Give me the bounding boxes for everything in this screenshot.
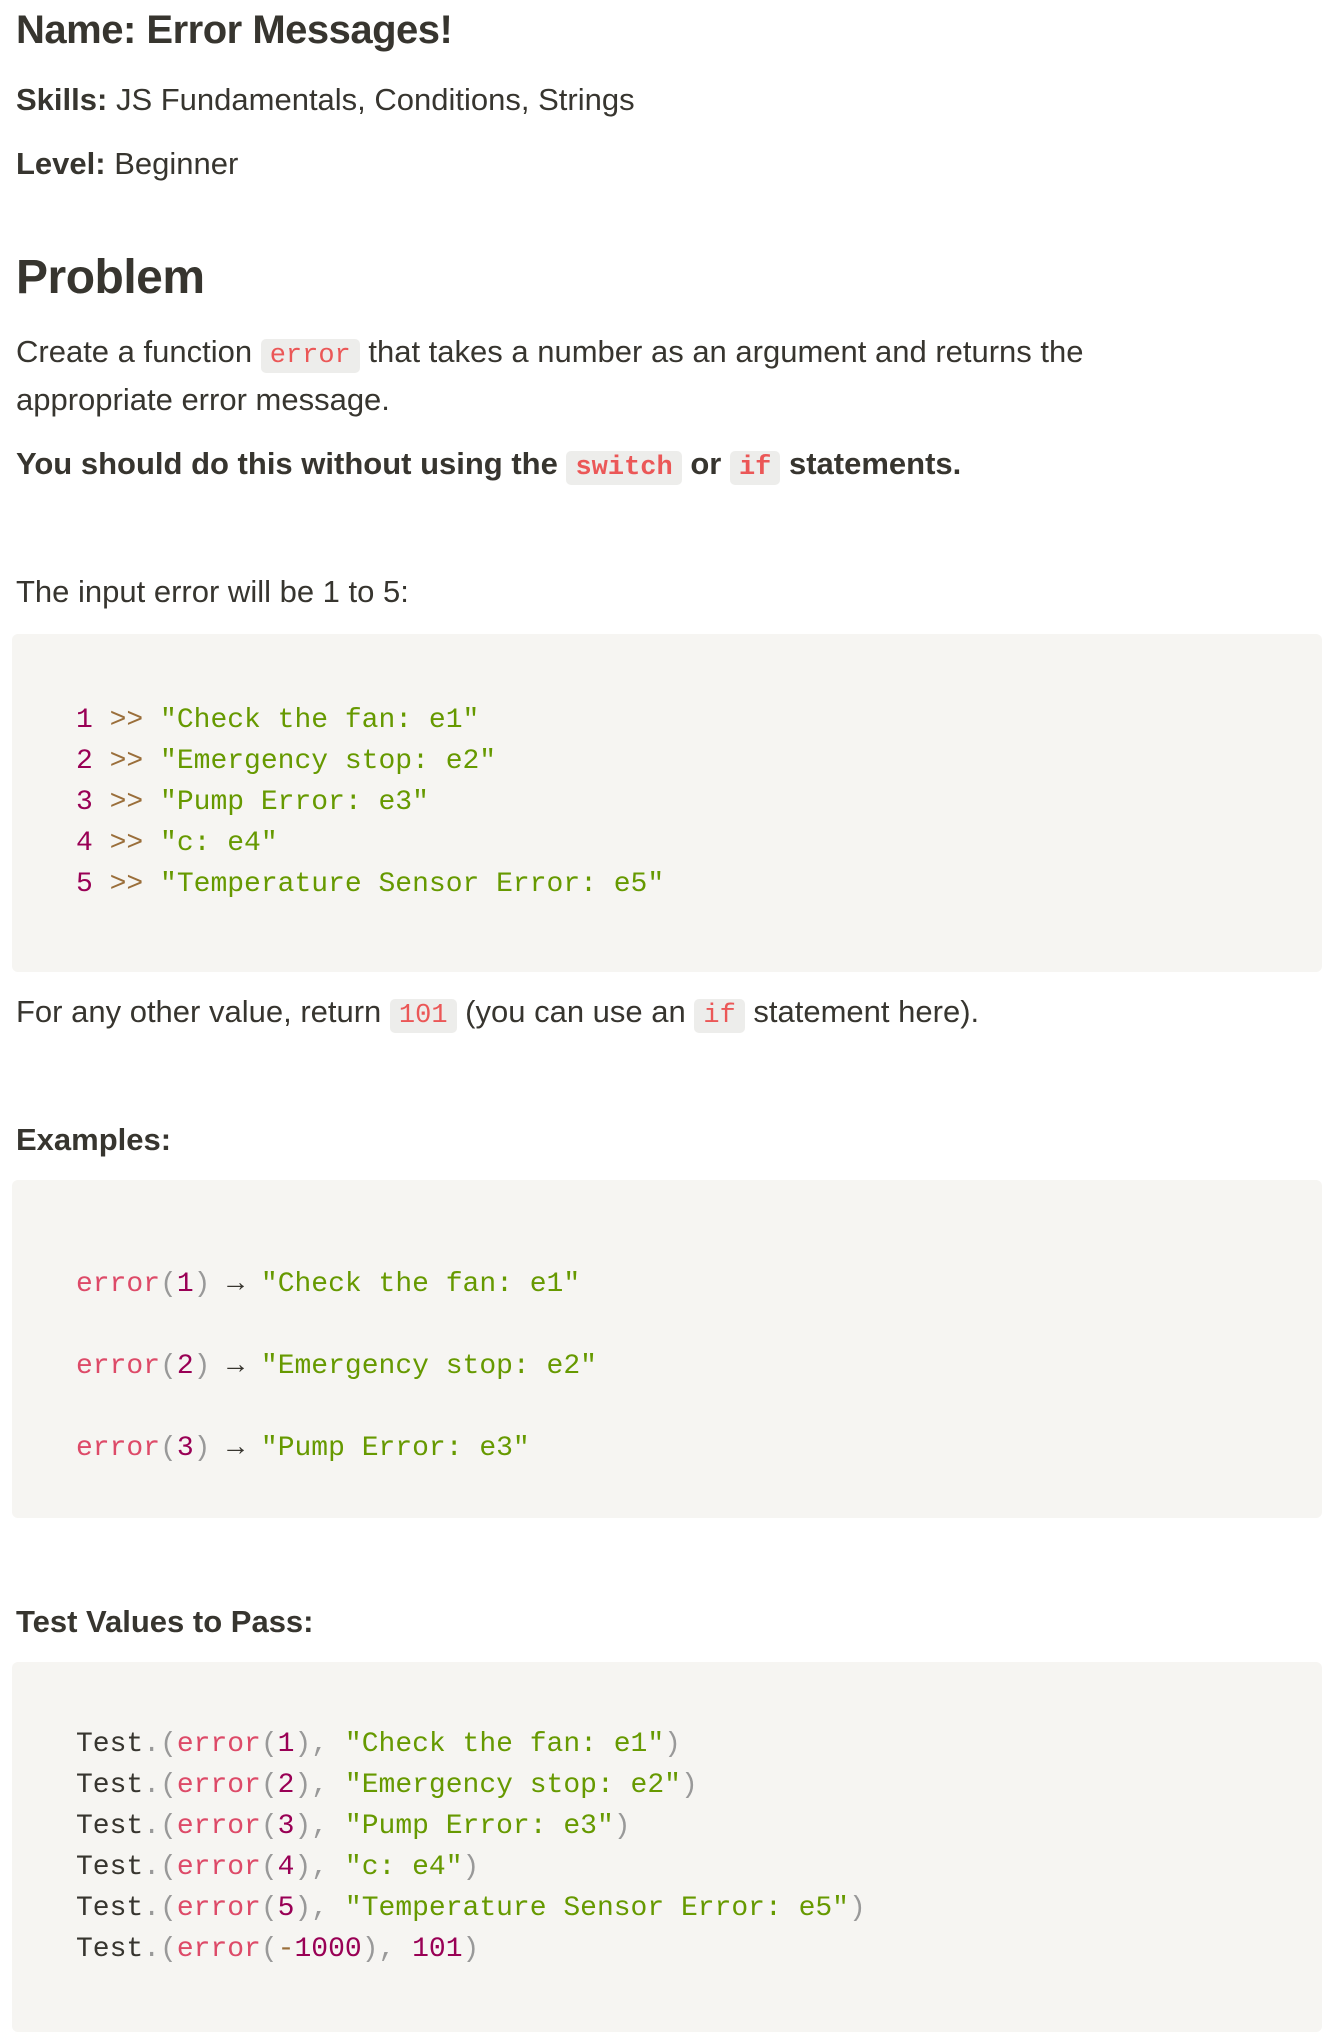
test-object: Test [76,1852,144,1883]
test-function: error [176,1770,261,1801]
test-object: Test [76,1729,144,1760]
other-text-mid: (you can use an [465,994,686,1029]
test-line: Test.(error(2), "Emergency stop: e2") [76,1770,698,1801]
test-line: Test.(error(-1000), 101) [76,1934,480,1965]
tests-code: Test.(error(1), "Check the fan: e1") Test… [76,1724,866,1970]
level-label: Level: [16,146,106,181]
examples-heading: Examples: [16,1122,172,1157]
name-value: Error Messages! [146,8,453,52]
inline-code-101: 101 [389,999,457,1033]
other-value-paragraph: For any other value, return 101 (you can… [16,988,979,1040]
test-function: error [176,1729,261,1760]
test-function: error [176,1852,261,1883]
test-object: Test [76,1893,144,1924]
input-intro: The input error will be 1 to 5: [16,574,409,609]
test-function: error [176,1811,261,1842]
other-text-before: For any other value, return [16,994,382,1029]
test-line: Test.(error(3), "Pump Error: e3") [76,1811,631,1842]
examples-code-block: error(1) → "Check the fan: e1" error(2) →… [12,1180,1322,1518]
document-page: Name: Error Messages! Skills: JS Fundame… [0,0,1336,2040]
page-title: Name: Error Messages! [16,8,453,53]
test-object: Test [76,1811,144,1842]
inline-code-switch: switch [566,451,682,485]
inline-code-if: if [729,451,781,485]
problem-paragraph-1-line-2: appropriate error message. [16,382,390,417]
test-argument: 4 [277,1852,295,1883]
examples-code: error(1) → "Check the fan: e1" error(2) →… [76,1244,597,1490]
test-object: Test [76,1934,144,1965]
p2-text-before: You should do this without using the [16,446,558,481]
test-line: Test.(error(5), "Temperature Sensor Erro… [76,1893,866,1924]
test-argument: 1000 [294,1934,362,1965]
skills-line: Skills: JS Fundamentals, Conditions, Str… [16,82,635,118]
problem-paragraph-1: Create a function error that takes a num… [16,328,1084,380]
problem-heading: Problem [16,251,205,304]
test-expected: "Temperature Sensor Error: e5" [344,1893,849,1924]
mapping-code-block: 1 >> "Check the fan: e1" 2 >> "Emergency … [12,634,1322,972]
test-expected: "Check the fan: e1" [344,1729,665,1760]
other-text-after: statement here). [753,994,980,1029]
test-function: error [176,1934,261,1965]
test-argument: 2 [277,1770,295,1801]
skills-value: JS Fundamentals, Conditions, Strings [115,82,635,117]
level-value: Beginner [114,146,239,181]
test-argument: 3 [277,1811,295,1842]
level-line: Level: Beginner [16,146,238,182]
mapping-code: 1 >> "Check the fan: e1" 2 >> "Emergency … [76,700,664,905]
test-argument: 5 [277,1893,295,1924]
test-line: Test.(error(1), "Check the fan: e1") [76,1729,681,1760]
test-argument: 1 [277,1729,295,1760]
test-expected: 101 [412,1934,463,1965]
name-label: Name: [16,8,136,52]
mapping-line: 5 >> "Temperature Sensor Error: e5" [76,869,665,900]
p1-text-before: Create a function [16,334,253,369]
mapping-line: 4 >> "c: e4" [76,828,278,859]
skills-label: Skills: [16,82,108,117]
mapping-line: 1 >> "Check the fan: e1" [76,705,480,736]
test-line: Test.(error(4), "c: e4") [76,1852,480,1883]
p2-text-after: statements. [788,446,962,481]
tests-heading: Test Values to Pass: [16,1604,314,1639]
p1-text-after: that takes a number as an argument and r… [368,334,1084,369]
test-object: Test [76,1770,144,1801]
mapping-line: 2 >> "Emergency stop: e2" [76,746,497,777]
p2-text-mid: or [690,446,722,481]
inline-code-if-2: if [694,999,745,1033]
example-line: error(3) → "Pump Error: e3" [76,1433,530,1464]
example-line: error(2) → "Emergency stop: e2" [76,1351,597,1382]
mapping-line: 3 >> "Pump Error: e3" [76,787,429,818]
test-function: error [176,1893,261,1924]
example-line: error(1) → "Check the fan: e1" [76,1269,581,1300]
tests-code-block: Test.(error(1), "Check the fan: e1") Test… [12,1662,1322,2032]
inline-code-error: error [260,339,360,373]
problem-paragraph-2: You should do this without using the swi… [16,440,961,492]
test-expected: "c: e4" [344,1852,463,1883]
test-expected: "Pump Error: e3" [344,1811,614,1842]
test-expected: "Emergency stop: e2" [344,1770,681,1801]
